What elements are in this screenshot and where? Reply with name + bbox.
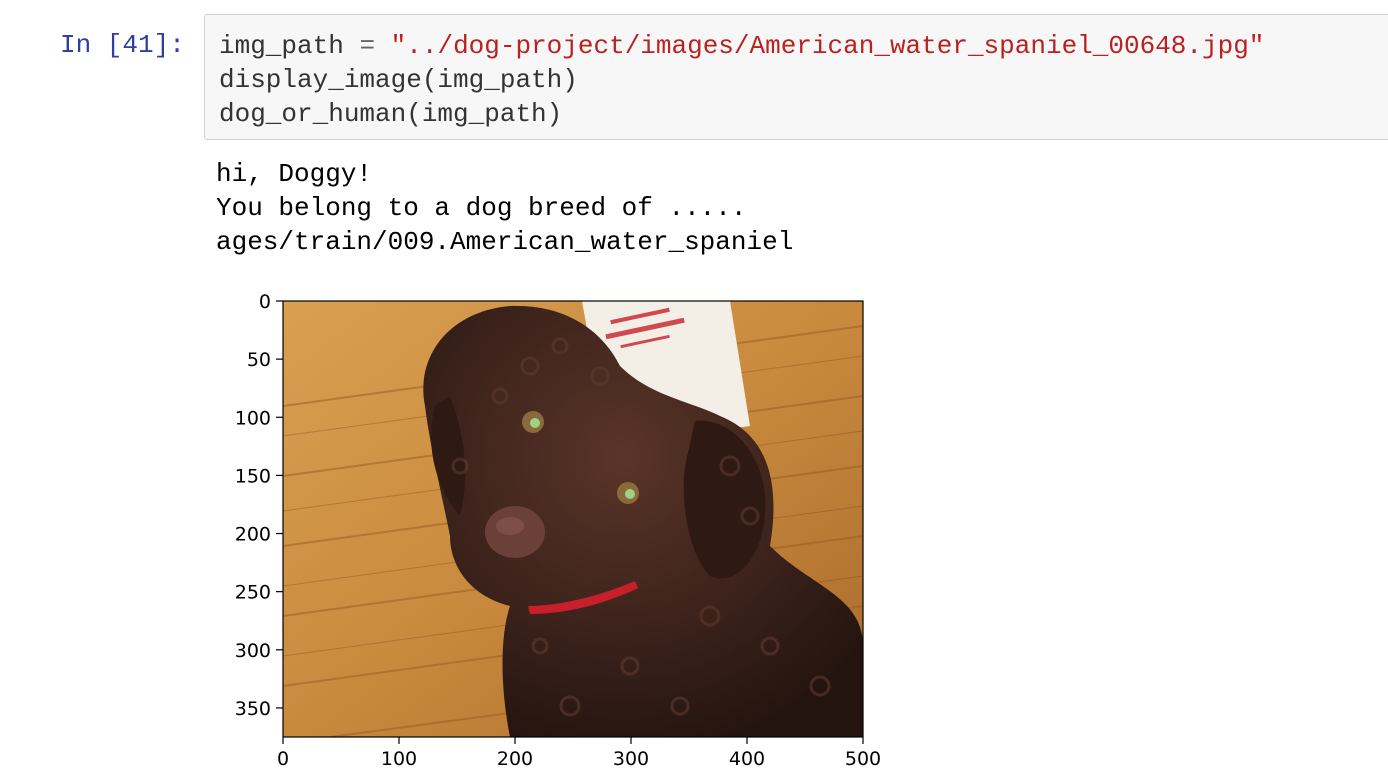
y-tick-label: 50 — [247, 349, 271, 371]
code-editor[interactable]: img_path = "../dog-project/images/Americ… — [204, 14, 1388, 140]
x-tick-label: 200 — [497, 748, 533, 770]
code-line[interactable]: display_image(img_path) — [219, 63, 1388, 97]
code-line[interactable]: img_path = "../dog-project/images/Americ… — [219, 29, 1388, 63]
y-axis: 0 50 100 150 200 250 300 350 — [235, 291, 283, 720]
code-token: = — [359, 31, 376, 61]
input-prompt: In [41]: — [60, 30, 185, 60]
x-tick-label: 500 — [845, 748, 881, 770]
x-tick-label: 400 — [729, 748, 765, 770]
y-tick-label: 150 — [235, 465, 271, 487]
code-line[interactable]: dog_or_human(img_path) — [219, 97, 1388, 131]
code-token: display_image(img_path) — [219, 65, 578, 95]
output-line: hi, Doggy! — [216, 159, 373, 189]
code-token: img_path — [219, 31, 360, 61]
x-tick-label: 300 — [613, 748, 649, 770]
y-tick-label: 200 — [235, 524, 271, 546]
code-token: dog_or_human(img_path) — [219, 99, 563, 129]
y-tick-label: 0 — [259, 291, 271, 313]
code-string: "../dog-project/images/American_water_sp… — [390, 31, 1265, 61]
image-plot: 0 100 200 300 400 500 0 50 100 150 200 250 300 350 — [235, 291, 881, 770]
y-tick-label: 100 — [235, 407, 271, 429]
x-tick-label: 0 — [277, 748, 289, 770]
output-line: ages/train/009.American_water_spaniel — [216, 227, 794, 257]
dog-photo — [283, 301, 863, 737]
y-tick-label: 250 — [235, 582, 271, 604]
y-tick-label: 300 — [235, 640, 271, 662]
output-line: You belong to a dog breed of ..... — [216, 193, 747, 223]
x-tick-label: 100 — [381, 748, 417, 770]
output-area: hi, Doggy! You belong to a dog breed of .… — [216, 157, 793, 259]
notebook-page: In [41]: img_path = "../dog-project/imag… — [0, 0, 1388, 784]
x-axis: 0 100 200 300 400 500 — [277, 737, 881, 770]
y-tick-label: 350 — [235, 698, 271, 720]
